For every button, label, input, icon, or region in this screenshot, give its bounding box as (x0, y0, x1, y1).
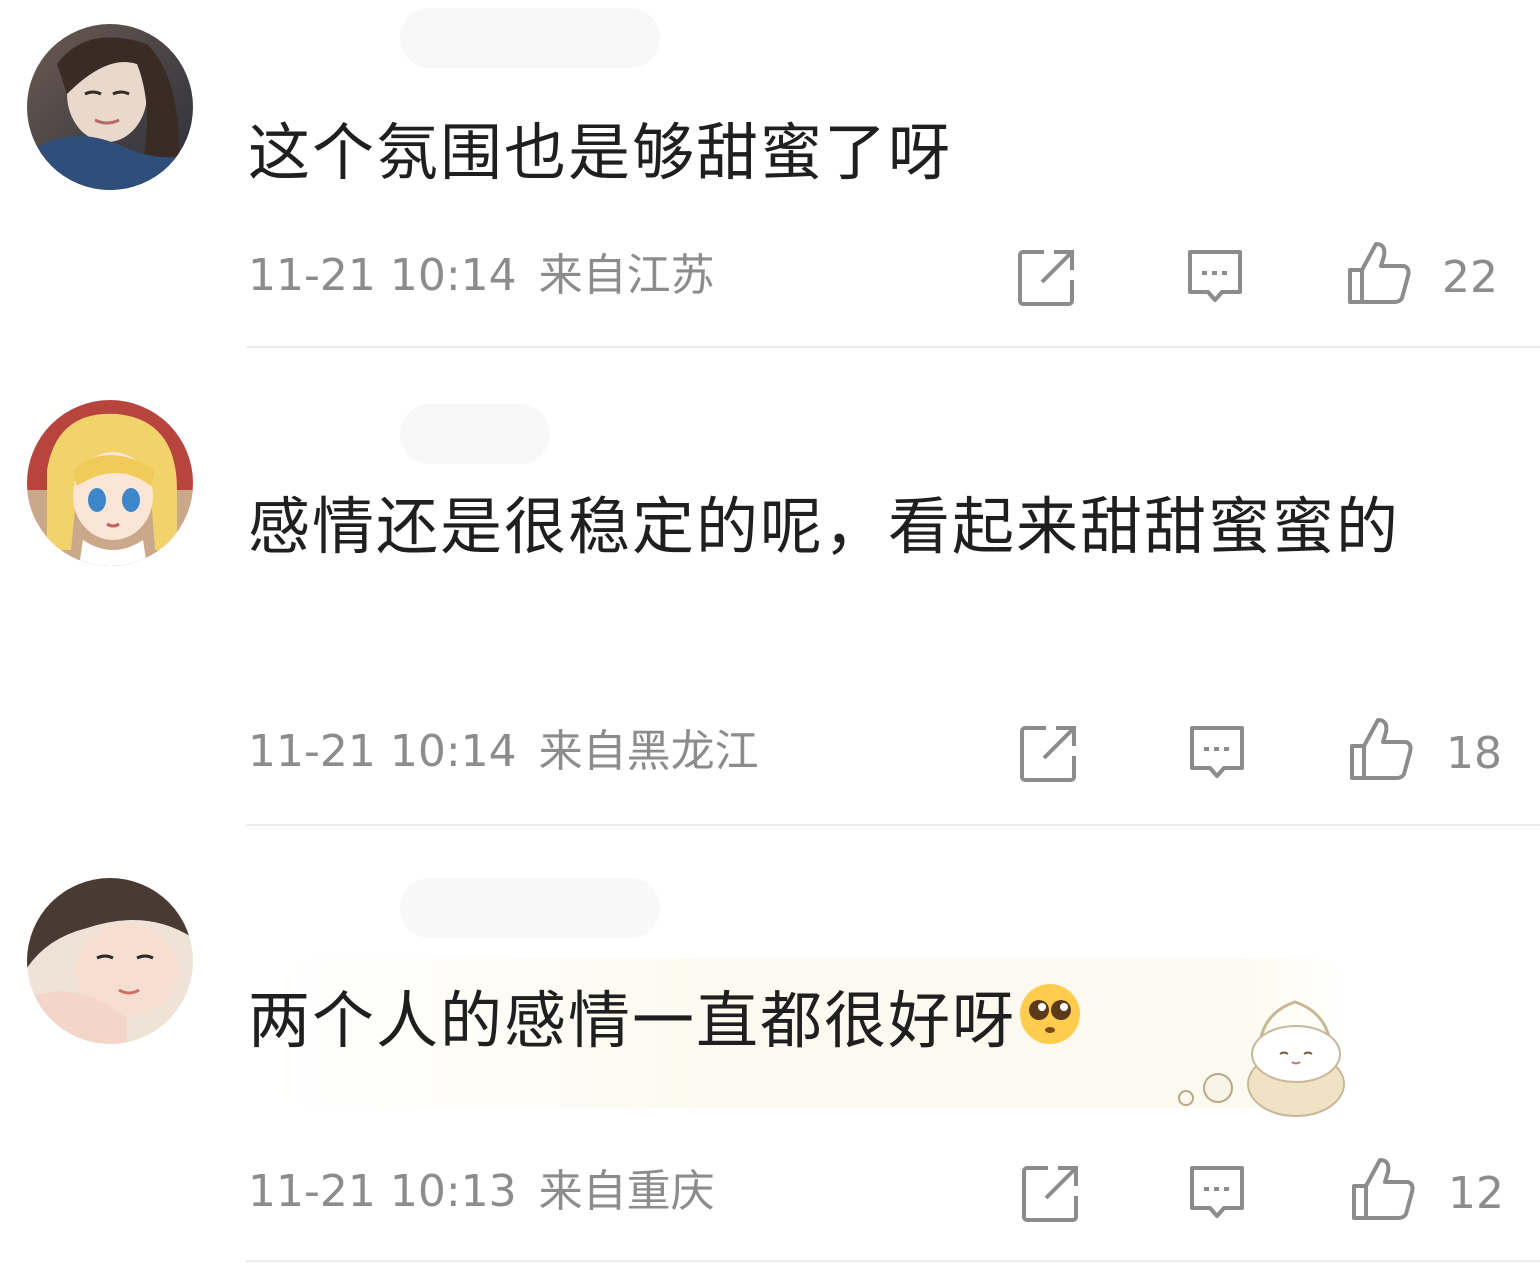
comment-meta: 11-21 10:14 来自黑龙江 (248, 722, 759, 782)
thumbs-up-icon (1352, 1158, 1415, 1220)
username-blurred (400, 878, 660, 938)
comment-icon (1188, 250, 1242, 302)
reply-button[interactable] (1184, 1160, 1250, 1226)
woman-dark-hair-avatar-icon (27, 24, 193, 190)
share-button[interactable] (1016, 720, 1082, 786)
share-button[interactable] (1014, 244, 1080, 310)
like-count: 18 (1446, 728, 1502, 779)
reply-button[interactable] (1182, 244, 1248, 310)
comment-item: 感情还是很稳定的呢，看起来甜甜蜜蜜的 11-21 10:14 来自黑龙江 18 (0, 348, 1540, 826)
share-icon (1018, 250, 1074, 306)
thumbs-up-icon (1348, 242, 1411, 304)
username-blurred (400, 404, 550, 464)
comment-icon (1190, 726, 1244, 778)
username-blurred (400, 8, 660, 68)
thumbs-up-icon (1350, 718, 1413, 780)
like-button[interactable] (1346, 714, 1413, 780)
anime-blonde-girl-avatar-icon (27, 400, 193, 566)
comment-text: 感情还是很稳定的呢，看起来甜甜蜜蜜的 (248, 490, 1401, 563)
comment-item: 两个人的感情一直都很好呀 11-21 10:13 来自重庆 12 (0, 826, 1540, 1263)
divider (246, 1260, 1540, 1262)
cartoon-bunny-sticker-icon (1178, 1000, 1345, 1117)
sticker-image (1170, 992, 1380, 1122)
comment-location: 来自重庆 (538, 1166, 715, 1217)
avatar[interactable] (27, 400, 193, 566)
avatar[interactable] (27, 24, 193, 190)
share-button[interactable] (1018, 1160, 1084, 1226)
reply-button[interactable] (1184, 720, 1250, 786)
pleading-face-emoji-icon (1020, 984, 1081, 1044)
comment-icon (1190, 1166, 1244, 1218)
comment-meta: 11-21 10:13 来自重庆 (248, 1162, 715, 1222)
like-count: 12 (1448, 1168, 1504, 1219)
share-icon (1022, 1166, 1078, 1222)
comment-meta: 11-21 10:14 来自江苏 (248, 246, 715, 306)
comment-time: 11-21 10:13 (248, 1166, 517, 1217)
avatar[interactable] (27, 878, 193, 1044)
comment-item: 这个氛围也是够甜蜜了呀 11-21 10:14 来自江苏 22 (0, 0, 1540, 348)
comment-text: 这个氛围也是够甜蜜了呀 (248, 116, 953, 189)
comment-location: 来自黑龙江 (538, 726, 759, 777)
like-count: 22 (1442, 252, 1498, 303)
comment-time: 11-21 10:14 (248, 726, 517, 777)
like-button[interactable] (1348, 1154, 1415, 1220)
like-button[interactable] (1344, 238, 1411, 304)
comment-location: 来自江苏 (538, 250, 715, 301)
share-icon (1020, 726, 1076, 782)
woman-lying-avatar-icon (27, 878, 193, 1044)
comment-time: 11-21 10:14 (248, 250, 517, 301)
comment-text-content: 两个人的感情一直都很好呀 (248, 984, 1017, 1057)
